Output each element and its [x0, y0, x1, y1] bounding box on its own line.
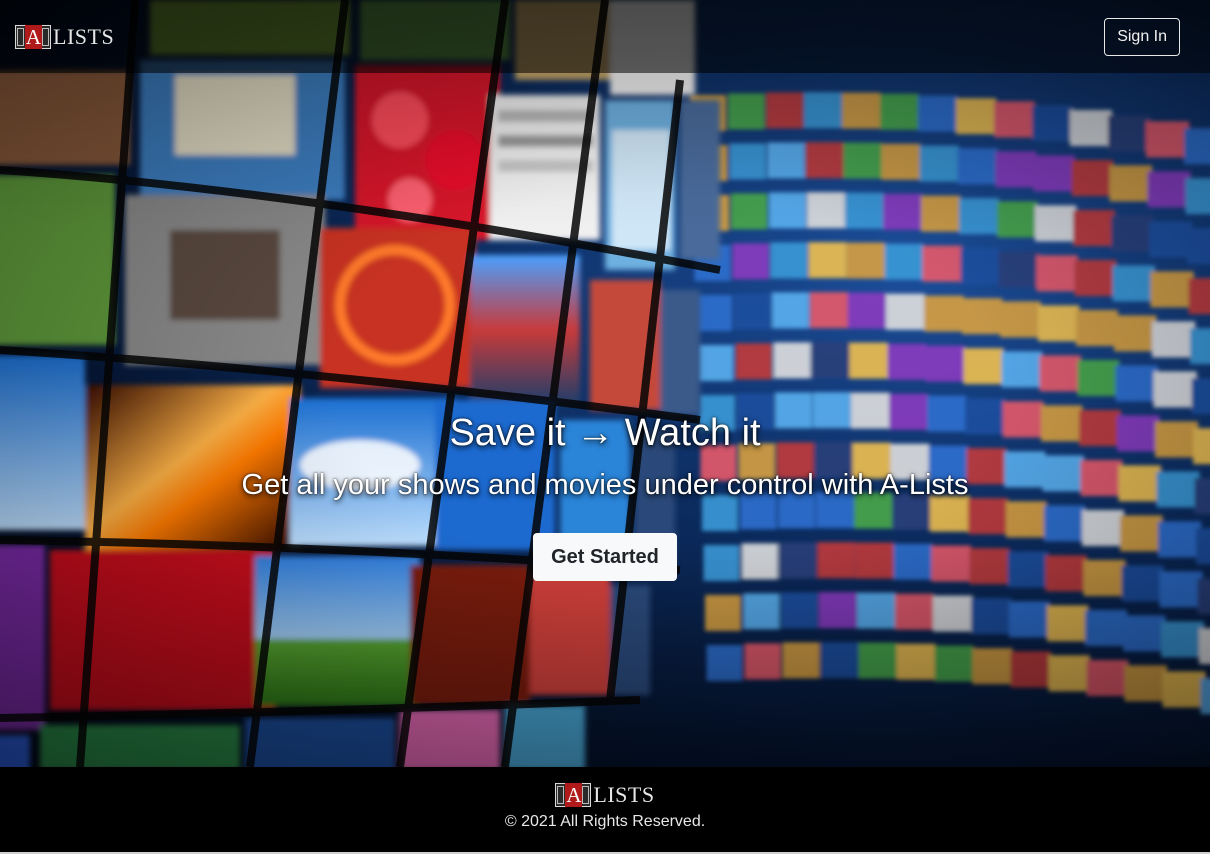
hero-section	[0, 0, 1210, 767]
logo-text: LISTS	[53, 23, 115, 49]
logo-letter: A	[25, 24, 42, 49]
footer: A LISTS © 2021 All Rights Reserved.	[0, 767, 1210, 854]
film-frame-logo-icon: A	[15, 24, 51, 49]
sign-in-button[interactable]: Sign In	[1104, 17, 1180, 56]
hero-content: Save it → Watch it Get all your shows an…	[0, 405, 1210, 581]
footer-logo[interactable]: A LISTS	[0, 783, 1210, 807]
hero-headline: Save it → Watch it	[449, 412, 761, 454]
get-started-button[interactable]: Get Started	[533, 533, 677, 581]
film-frame-logo-icon: A	[555, 783, 592, 807]
header-logo[interactable]: A LISTS	[15, 23, 115, 49]
top-navbar: A LISTS Sign In	[0, 0, 1210, 73]
hero-vignette	[0, 0, 1210, 767]
hero-subheadline: Get all your shows and movies under cont…	[241, 469, 969, 501]
copyright-text: © 2021 All Rights Reserved.	[504, 813, 706, 830]
logo-text: LISTS	[593, 782, 655, 807]
logo-letter: A	[565, 783, 583, 807]
